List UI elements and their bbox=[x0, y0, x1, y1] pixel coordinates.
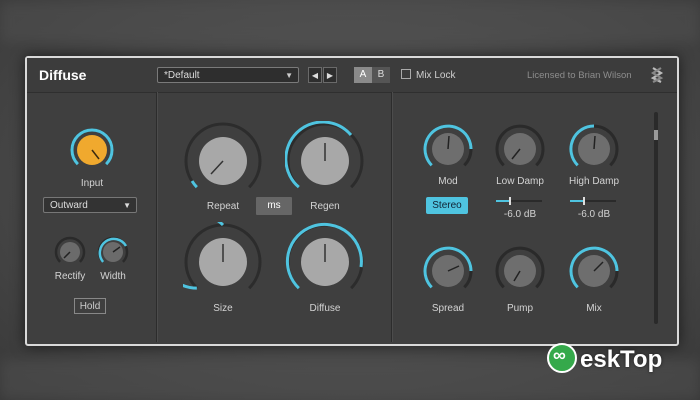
arrow-right-icon: ▶ bbox=[326, 71, 334, 80]
rectify-knob[interactable] bbox=[52, 234, 88, 270]
mix-label: Mix bbox=[586, 303, 602, 314]
hold-button[interactable]: Hold bbox=[74, 298, 106, 314]
chevron-down-icon: ▼ bbox=[123, 201, 131, 210]
chevron-down-icon: ▼ bbox=[285, 71, 293, 80]
repeat-knob[interactable] bbox=[183, 121, 263, 201]
low-damp-label: Low Damp bbox=[496, 176, 544, 187]
diffuse-knob[interactable] bbox=[285, 222, 365, 302]
plugin-title: Diffuse bbox=[39, 67, 87, 83]
mix-knob[interactable] bbox=[569, 246, 619, 296]
input-knob[interactable] bbox=[64, 122, 120, 178]
high-damp-slider[interactable] bbox=[570, 197, 616, 205]
ab-b-button[interactable]: B bbox=[372, 67, 390, 83]
size-label: Size bbox=[213, 303, 233, 314]
checkbox-icon bbox=[401, 69, 411, 79]
pump-knob[interactable] bbox=[495, 246, 545, 296]
preset-next-button[interactable]: ▶ bbox=[323, 67, 337, 83]
high-damp-label: High Damp bbox=[568, 176, 620, 187]
regen-label: Regen bbox=[310, 201, 340, 212]
pump-label: Pump bbox=[506, 303, 534, 314]
section-divider bbox=[391, 92, 392, 342]
low-damp-slider[interactable] bbox=[496, 197, 542, 205]
width-knob[interactable] bbox=[95, 234, 131, 270]
input-label: Input bbox=[80, 178, 104, 189]
brand-logo-icon bbox=[650, 67, 664, 83]
watermark-logo-icon bbox=[547, 343, 577, 373]
repeat-label: Repeat bbox=[206, 201, 240, 212]
plugin-header: Diffuse *Default ▼ ◀ ▶ A B Mix Lock Lice… bbox=[27, 58, 677, 93]
preset-dropdown[interactable]: *Default ▼ bbox=[157, 67, 299, 83]
ab-a-button[interactable]: A bbox=[354, 67, 372, 83]
watermark-text: eskTop bbox=[580, 346, 663, 373]
spread-label: Spread bbox=[431, 303, 465, 314]
high-damp-knob[interactable] bbox=[569, 124, 619, 174]
diffuse-label: Diffuse bbox=[309, 303, 341, 314]
watermark: eskTop bbox=[545, 340, 695, 380]
mode-value: Outward bbox=[50, 200, 88, 211]
scrollbar-thumb[interactable] bbox=[654, 130, 658, 140]
vertical-scrollbar[interactable] bbox=[654, 112, 658, 324]
plugin-window: Diffuse *Default ▼ ◀ ▶ A B Mix Lock Lice… bbox=[25, 56, 679, 346]
mod-label: Mod bbox=[438, 176, 458, 187]
mix-lock-label: Mix Lock bbox=[416, 70, 456, 81]
regen-knob[interactable] bbox=[285, 121, 365, 201]
arrow-left-icon: ◀ bbox=[311, 71, 319, 80]
low-damp-value: -6.0 dB bbox=[503, 209, 537, 220]
preset-prev-button[interactable]: ◀ bbox=[308, 67, 322, 83]
mod-knob[interactable] bbox=[423, 124, 473, 174]
low-damp-knob[interactable] bbox=[495, 124, 545, 174]
preset-name: *Default bbox=[164, 70, 200, 81]
stereo-button[interactable]: Stereo bbox=[426, 197, 468, 214]
mode-dropdown[interactable]: Outward ▼ bbox=[43, 197, 137, 213]
section-divider bbox=[156, 92, 157, 342]
background-blur-top bbox=[0, 2, 700, 42]
high-damp-value: -6.0 dB bbox=[577, 209, 611, 220]
size-knob[interactable] bbox=[183, 222, 263, 302]
spread-knob[interactable] bbox=[423, 246, 473, 296]
width-label: Width bbox=[100, 271, 126, 282]
mix-lock-checkbox[interactable]: Mix Lock bbox=[401, 69, 455, 81]
license-text: Licensed to Brian Wilson bbox=[527, 70, 632, 81]
